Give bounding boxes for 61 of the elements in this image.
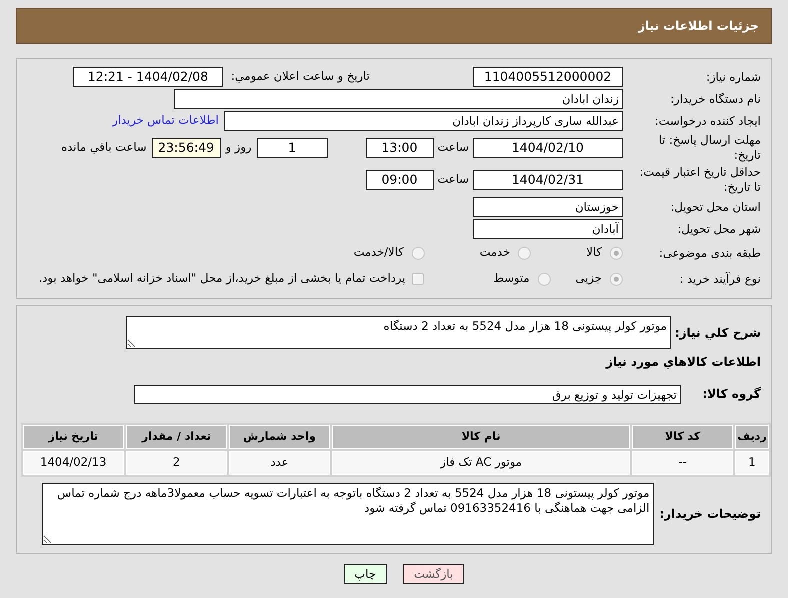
field-label: مهلت ارسال پاسخ: تا تاریخ: bbox=[658, 133, 761, 163]
description-field[interactable]: موتور کولر پیستونی 18 هزار مدل 5524 به تعداد 2 دستگاه bbox=[126, 316, 672, 349]
table-cell: -- bbox=[632, 451, 734, 475]
radio-label: کالا bbox=[586, 244, 602, 262]
table-cell: 1404/02/13 bbox=[23, 451, 124, 475]
print-button[interactable]: چاپ bbox=[344, 564, 388, 584]
table-cell: موتور AC تک فاز bbox=[332, 451, 630, 475]
input-field[interactable]: 1104005512000002 bbox=[473, 67, 623, 87]
field-label: نوع فرآیند خرید : bbox=[678, 272, 761, 286]
input-field[interactable]: خوزستان bbox=[473, 197, 623, 217]
input-field[interactable]: 1 bbox=[256, 138, 328, 158]
back-button[interactable]: بازگشت bbox=[403, 564, 464, 584]
radio-button[interactable] bbox=[610, 246, 623, 260]
field-label: شماره نیاز: bbox=[705, 70, 761, 84]
radio-button[interactable] bbox=[538, 272, 551, 286]
field-label: حداقل تاریخ اعتبار قیمت: تا تاریخ: bbox=[638, 165, 761, 195]
field-label: تاریخ و ساعت اعلان عمومي: bbox=[231, 68, 370, 86]
field-label: ساعت باقي مانده bbox=[62, 139, 147, 156]
field-label: روز و bbox=[226, 139, 252, 156]
field-label: شرح کلي نیاز: bbox=[675, 324, 761, 342]
field-label: توضیحات خریدار: bbox=[660, 506, 761, 523]
input-field[interactable]: تجهیزات تولید و توزیع برق bbox=[134, 384, 681, 404]
input-field[interactable]: عبدالله ساری کارپرداز زندان ابادان bbox=[224, 111, 623, 131]
table-cell: 1 bbox=[735, 451, 769, 475]
radio-label: متوسط bbox=[494, 270, 530, 288]
section-title: اطلاعات کالاهاي مورد نیاز bbox=[606, 354, 761, 371]
input-field[interactable]: 13:00 bbox=[366, 138, 434, 158]
field-label: طبقه بندی موضوعی: bbox=[658, 246, 761, 260]
radio-button[interactable] bbox=[610, 272, 623, 286]
input-field[interactable]: آبادان bbox=[473, 219, 623, 239]
checkbox-label: پرداخت تمام یا بخشی از مبلغ خرید،از محل "اسناد خزانه اسلامی" خواهد بود. bbox=[38, 270, 406, 288]
column-header: نام کالا bbox=[332, 425, 630, 449]
column-header: ردیف bbox=[735, 425, 769, 449]
radio-label: جزیی bbox=[576, 270, 602, 288]
notes-field[interactable]: موتور کولر پیستونی 18 هزار مدل 5524 به تعداد 2 دستگاه باتوجه به اعتبارات تسویه حساب معمولا3ماهه درج شماره تماس الزامی جهت هماهنگی با 09163352416 تماس گرفته شود bbox=[42, 483, 654, 545]
page-title: جزئیات اطلاعات نیاز bbox=[638, 18, 759, 35]
input-field[interactable]: 1404/02/31 bbox=[473, 170, 623, 190]
input-field[interactable]: 1404/02/10 bbox=[473, 138, 623, 158]
column-header: واحد شمارش bbox=[229, 425, 330, 449]
field-label: ساعت bbox=[438, 171, 469, 188]
input-field[interactable]: 09:00 bbox=[366, 170, 434, 190]
countdown-field[interactable]: 23:56:49 bbox=[152, 138, 221, 158]
field-label: استان محل تحویل: bbox=[670, 200, 761, 214]
field-label: نام دستگاه خریدار: bbox=[669, 92, 761, 106]
radio-button[interactable] bbox=[518, 246, 532, 260]
column-header: تاریخ نیاز bbox=[23, 425, 124, 449]
field-label: ایجاد کننده درخواست: bbox=[654, 114, 761, 128]
contact-link[interactable]: اطلاعات تماس خریدار bbox=[112, 112, 219, 130]
field-label: شهر محل تحویل: bbox=[676, 222, 761, 236]
table-cell: عدد bbox=[229, 451, 330, 475]
checkbox[interactable] bbox=[412, 273, 424, 285]
column-header: کد کالا bbox=[632, 425, 734, 449]
input-field[interactable]: زندان ابادان bbox=[174, 89, 623, 109]
table-cell: 2 bbox=[126, 451, 228, 475]
column-header: تعداد / مقدار bbox=[126, 425, 228, 449]
field-label: ساعت bbox=[438, 139, 469, 156]
radio-label: خدمت bbox=[480, 244, 510, 262]
radio-button[interactable] bbox=[412, 246, 425, 260]
input-field[interactable]: 1404/02/08 - 12:21 bbox=[73, 67, 224, 87]
radio-label: کالا/خدمت bbox=[354, 244, 404, 262]
field-label: گروه کالا: bbox=[702, 386, 761, 403]
